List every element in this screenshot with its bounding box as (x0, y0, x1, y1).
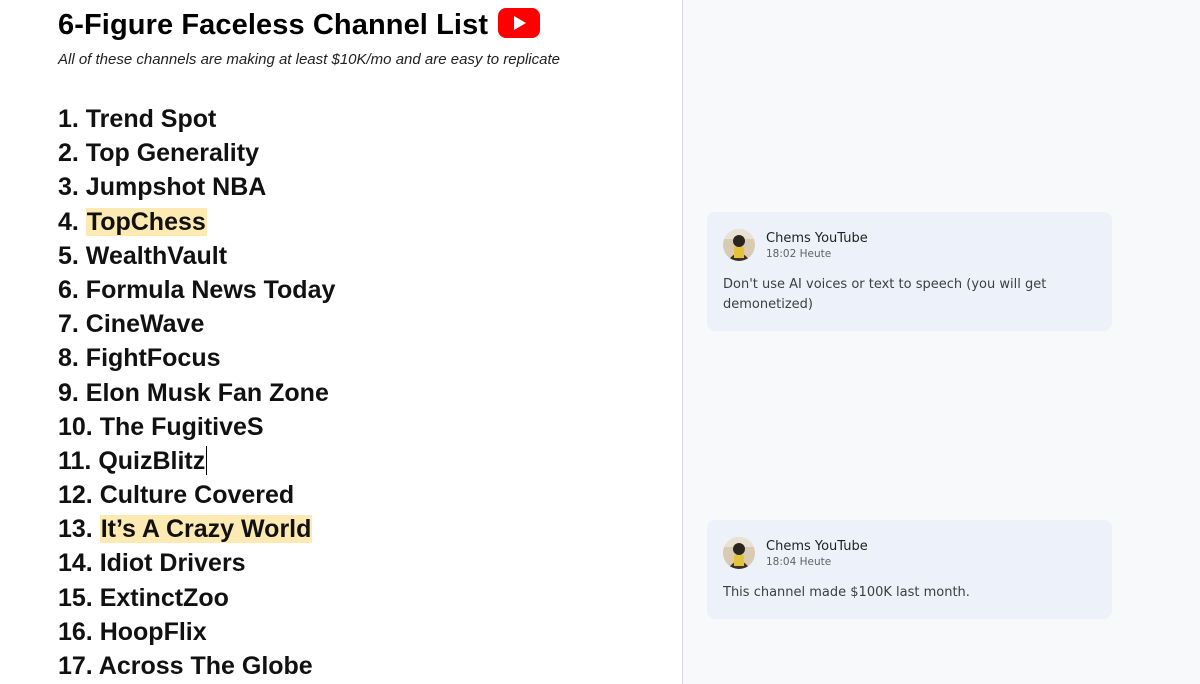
list-item[interactable]: 10. The FugitiveS (58, 410, 335, 444)
list-item[interactable]: 13. It’s A Crazy World (58, 512, 335, 546)
comment-text: Don't use AI voices or text to speech (y… (723, 277, 1047, 312)
list-item-number: 4. (58, 207, 86, 236)
list-item[interactable]: 14. Idiot Drivers (58, 546, 335, 580)
text-cursor (206, 445, 208, 475)
list-item-text: 14. Idiot Drivers (58, 549, 246, 578)
list-item-text: 5. WealthVault (58, 241, 228, 270)
list-item[interactable]: 6. Formula News Today (58, 273, 335, 307)
list-item-text: 8. FightFocus (58, 344, 221, 373)
list-item[interactable]: 7. CineWave (58, 307, 335, 341)
list-item[interactable]: 9. Elon Musk Fan Zone (58, 376, 335, 410)
list-item-text: 3. Jumpshot NBA (58, 173, 267, 202)
highlighted-text[interactable]: TopChess (85, 207, 207, 236)
list-item-text: 7. CineWave (58, 310, 205, 339)
list-item-text: 9. Elon Musk Fan Zone (58, 378, 329, 407)
document-page[interactable]: 6-Figure Faceless Channel List All of th… (0, 0, 682, 684)
list-item-text: 15. ExtinctZoo (58, 583, 229, 612)
page-subtitle: All of these channels are making at leas… (58, 51, 560, 68)
list-item-text: 6. Formula News Today (58, 275, 336, 304)
list-item-text: 12. Culture Covered (58, 481, 295, 510)
list-item[interactable]: 1. Trend Spot (58, 102, 335, 136)
list-item[interactable]: 15. ExtinctZoo (58, 581, 335, 615)
list-item[interactable]: 3. Jumpshot NBA (58, 170, 335, 204)
title-row: 6-Figure Faceless Channel List (58, 7, 541, 42)
list-item-number: 13. (58, 515, 100, 544)
list-item-text: 10. The FugitiveS (58, 412, 264, 441)
comment-card[interactable]: Chems YouTube 18:04 Heute This channel m… (707, 520, 1112, 619)
page-title: 6-Figure Faceless Channel List (58, 9, 489, 41)
channel-list: 1. Trend Spot 2. Top Generality 3. Jumps… (58, 102, 335, 683)
youtube-play-icon (498, 7, 541, 38)
list-item[interactable]: 4. TopChess (58, 205, 335, 239)
list-item-text: 16. HoopFlix (58, 617, 207, 646)
list-item-text: 17. Across The Globe (58, 652, 313, 680)
avatar (723, 229, 755, 261)
list-item[interactable]: 5. WealthVault (58, 239, 335, 273)
comment-timestamp: 18:02 Heute (766, 248, 832, 260)
avatar (723, 537, 755, 569)
comment-text: This channel made $100K last month. (723, 585, 970, 600)
comment-author: Chems YouTube (766, 539, 868, 554)
comment-author: Chems YouTube (766, 231, 868, 246)
list-item[interactable]: 11. QuizBlitz (58, 444, 335, 478)
list-item[interactable]: 2. Top Generality (58, 136, 335, 170)
list-item[interactable]: 12. Culture Covered (58, 478, 335, 512)
list-item-text: 11. QuizBlitz (58, 446, 206, 475)
highlighted-text[interactable]: It’s A Crazy World (99, 515, 313, 544)
comment-card[interactable]: Chems YouTube 18:02 Heute Don't use AI v… (707, 212, 1112, 331)
list-item-text: 2. Top Generality (58, 139, 259, 168)
list-item[interactable]: 8. FightFocus (58, 341, 335, 375)
comment-timestamp: 18:04 Heute (766, 556, 832, 568)
list-item-text: 1. Trend Spot (58, 105, 217, 133)
list-item[interactable]: 16. HoopFlix (58, 615, 335, 649)
list-item[interactable]: 17. Across The Globe (58, 649, 335, 683)
